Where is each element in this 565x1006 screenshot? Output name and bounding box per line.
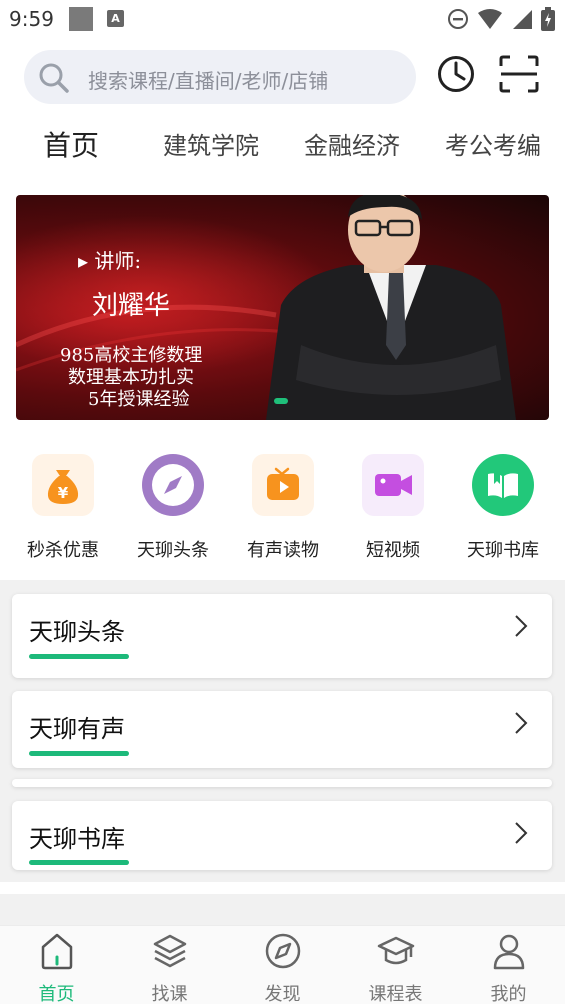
tab-finance[interactable]: 金融经济 bbox=[304, 126, 400, 161]
tab-civil-exam[interactable]: 考公考编 bbox=[445, 126, 541, 161]
quick-label: 有声读物 bbox=[247, 540, 319, 561]
nav-label: 我的 bbox=[490, 984, 527, 1005]
quick-menu: ¥ 秒杀优惠 天珋头条 有声读物 短视频 天珋书库 bbox=[0, 454, 565, 574]
compass-icon bbox=[142, 454, 204, 516]
tab-architecture[interactable]: 建筑学院 bbox=[163, 126, 259, 161]
user-icon bbox=[493, 934, 525, 970]
dnd-icon bbox=[448, 9, 468, 29]
bottom-nav: 首页 找课 发现 课程表 我的 bbox=[0, 925, 565, 1005]
chevron-right-icon bbox=[515, 712, 528, 734]
banner-teacher-name: 刘耀华 bbox=[92, 291, 171, 321]
quick-label: 天珋头条 bbox=[137, 540, 209, 561]
search-placeholder: 搜索课程/直播间/老师/店铺 bbox=[88, 69, 329, 93]
card-title: 天珋书库 bbox=[29, 825, 125, 853]
card-underline bbox=[29, 654, 129, 659]
scan-icon[interactable] bbox=[498, 54, 540, 94]
nav-schedule[interactable]: 课程表 bbox=[339, 926, 452, 1005]
nav-home[interactable]: 首页 bbox=[0, 926, 113, 1005]
compass-icon bbox=[265, 933, 301, 969]
status-bar: 9:59 A bbox=[0, 0, 565, 38]
quick-label: 秒杀优惠 bbox=[27, 540, 99, 561]
card-divider-strip bbox=[12, 779, 552, 787]
notification-square-icon bbox=[69, 7, 93, 31]
nav-label: 课程表 bbox=[368, 984, 423, 1005]
card-underline bbox=[29, 751, 129, 756]
search-icon bbox=[39, 63, 69, 93]
quick-item-flash-sale[interactable]: ¥ 秒杀优惠 bbox=[8, 454, 118, 562]
card-underline bbox=[29, 860, 129, 865]
money-bag-icon: ¥ bbox=[32, 454, 94, 516]
quick-label: 天珋书库 bbox=[467, 540, 539, 561]
status-icons bbox=[447, 7, 555, 31]
notification-badge-icon: A bbox=[107, 10, 124, 27]
nav-label: 首页 bbox=[38, 984, 75, 1005]
card-title: 天珋头条 bbox=[29, 618, 125, 646]
nav-label: 找课 bbox=[151, 984, 188, 1005]
banner-label: ▸ 讲师: bbox=[78, 249, 142, 273]
content-section: 天珋头条 天珋有声 天珋书库 bbox=[0, 580, 565, 925]
banner-page-indicator bbox=[274, 398, 288, 404]
quick-item-short-video[interactable]: 短视频 bbox=[338, 454, 448, 562]
nav-profile[interactable]: 我的 bbox=[452, 926, 565, 1005]
card-library[interactable]: 天珋书库 bbox=[12, 801, 552, 870]
history-icon[interactable] bbox=[436, 54, 476, 94]
quick-item-library[interactable]: 天珋书库 bbox=[448, 454, 558, 562]
card-headlines[interactable]: 天珋头条 bbox=[12, 594, 552, 678]
status-time: 9:59 bbox=[9, 7, 54, 31]
category-tabs: 首页 建筑学院 金融经济 考公考编 bbox=[0, 126, 565, 176]
search-row: 搜索课程/直播间/老师/店铺 bbox=[0, 46, 565, 106]
nav-find-course[interactable]: 找课 bbox=[113, 926, 226, 1005]
signal-icon bbox=[513, 10, 532, 29]
quick-label: 短视频 bbox=[366, 540, 420, 561]
tab-home[interactable]: 首页 bbox=[43, 124, 99, 164]
book-icon bbox=[472, 454, 534, 516]
presenter-photo bbox=[266, 195, 516, 420]
chevron-right-icon bbox=[515, 822, 528, 844]
svg-text:¥: ¥ bbox=[58, 484, 69, 502]
nav-label: 发现 bbox=[264, 984, 301, 1005]
card-audio[interactable]: 天珋有声 bbox=[12, 691, 552, 768]
banner-line-3: 5年授课经验 bbox=[88, 389, 190, 410]
battery-icon bbox=[541, 7, 555, 31]
tv-play-icon bbox=[252, 454, 314, 516]
search-input[interactable]: 搜索课程/直播间/老师/店铺 bbox=[24, 50, 416, 104]
video-camera-icon bbox=[362, 454, 424, 516]
home-icon bbox=[41, 933, 73, 970]
wifi-icon bbox=[478, 9, 502, 29]
chevron-right-icon bbox=[515, 615, 528, 637]
quick-item-audiobooks[interactable]: 有声读物 bbox=[228, 454, 338, 562]
nav-discover[interactable]: 发现 bbox=[226, 926, 339, 1005]
quick-item-headlines[interactable]: 天珋头条 bbox=[118, 454, 228, 562]
graduation-cap-icon bbox=[377, 936, 415, 965]
layers-icon bbox=[153, 934, 187, 968]
card-title: 天珋有声 bbox=[29, 715, 125, 743]
promo-banner[interactable]: ▸ 讲师: 刘耀华 985高校主修数理 数理基本功扎实 5年授课经验 bbox=[16, 195, 549, 420]
